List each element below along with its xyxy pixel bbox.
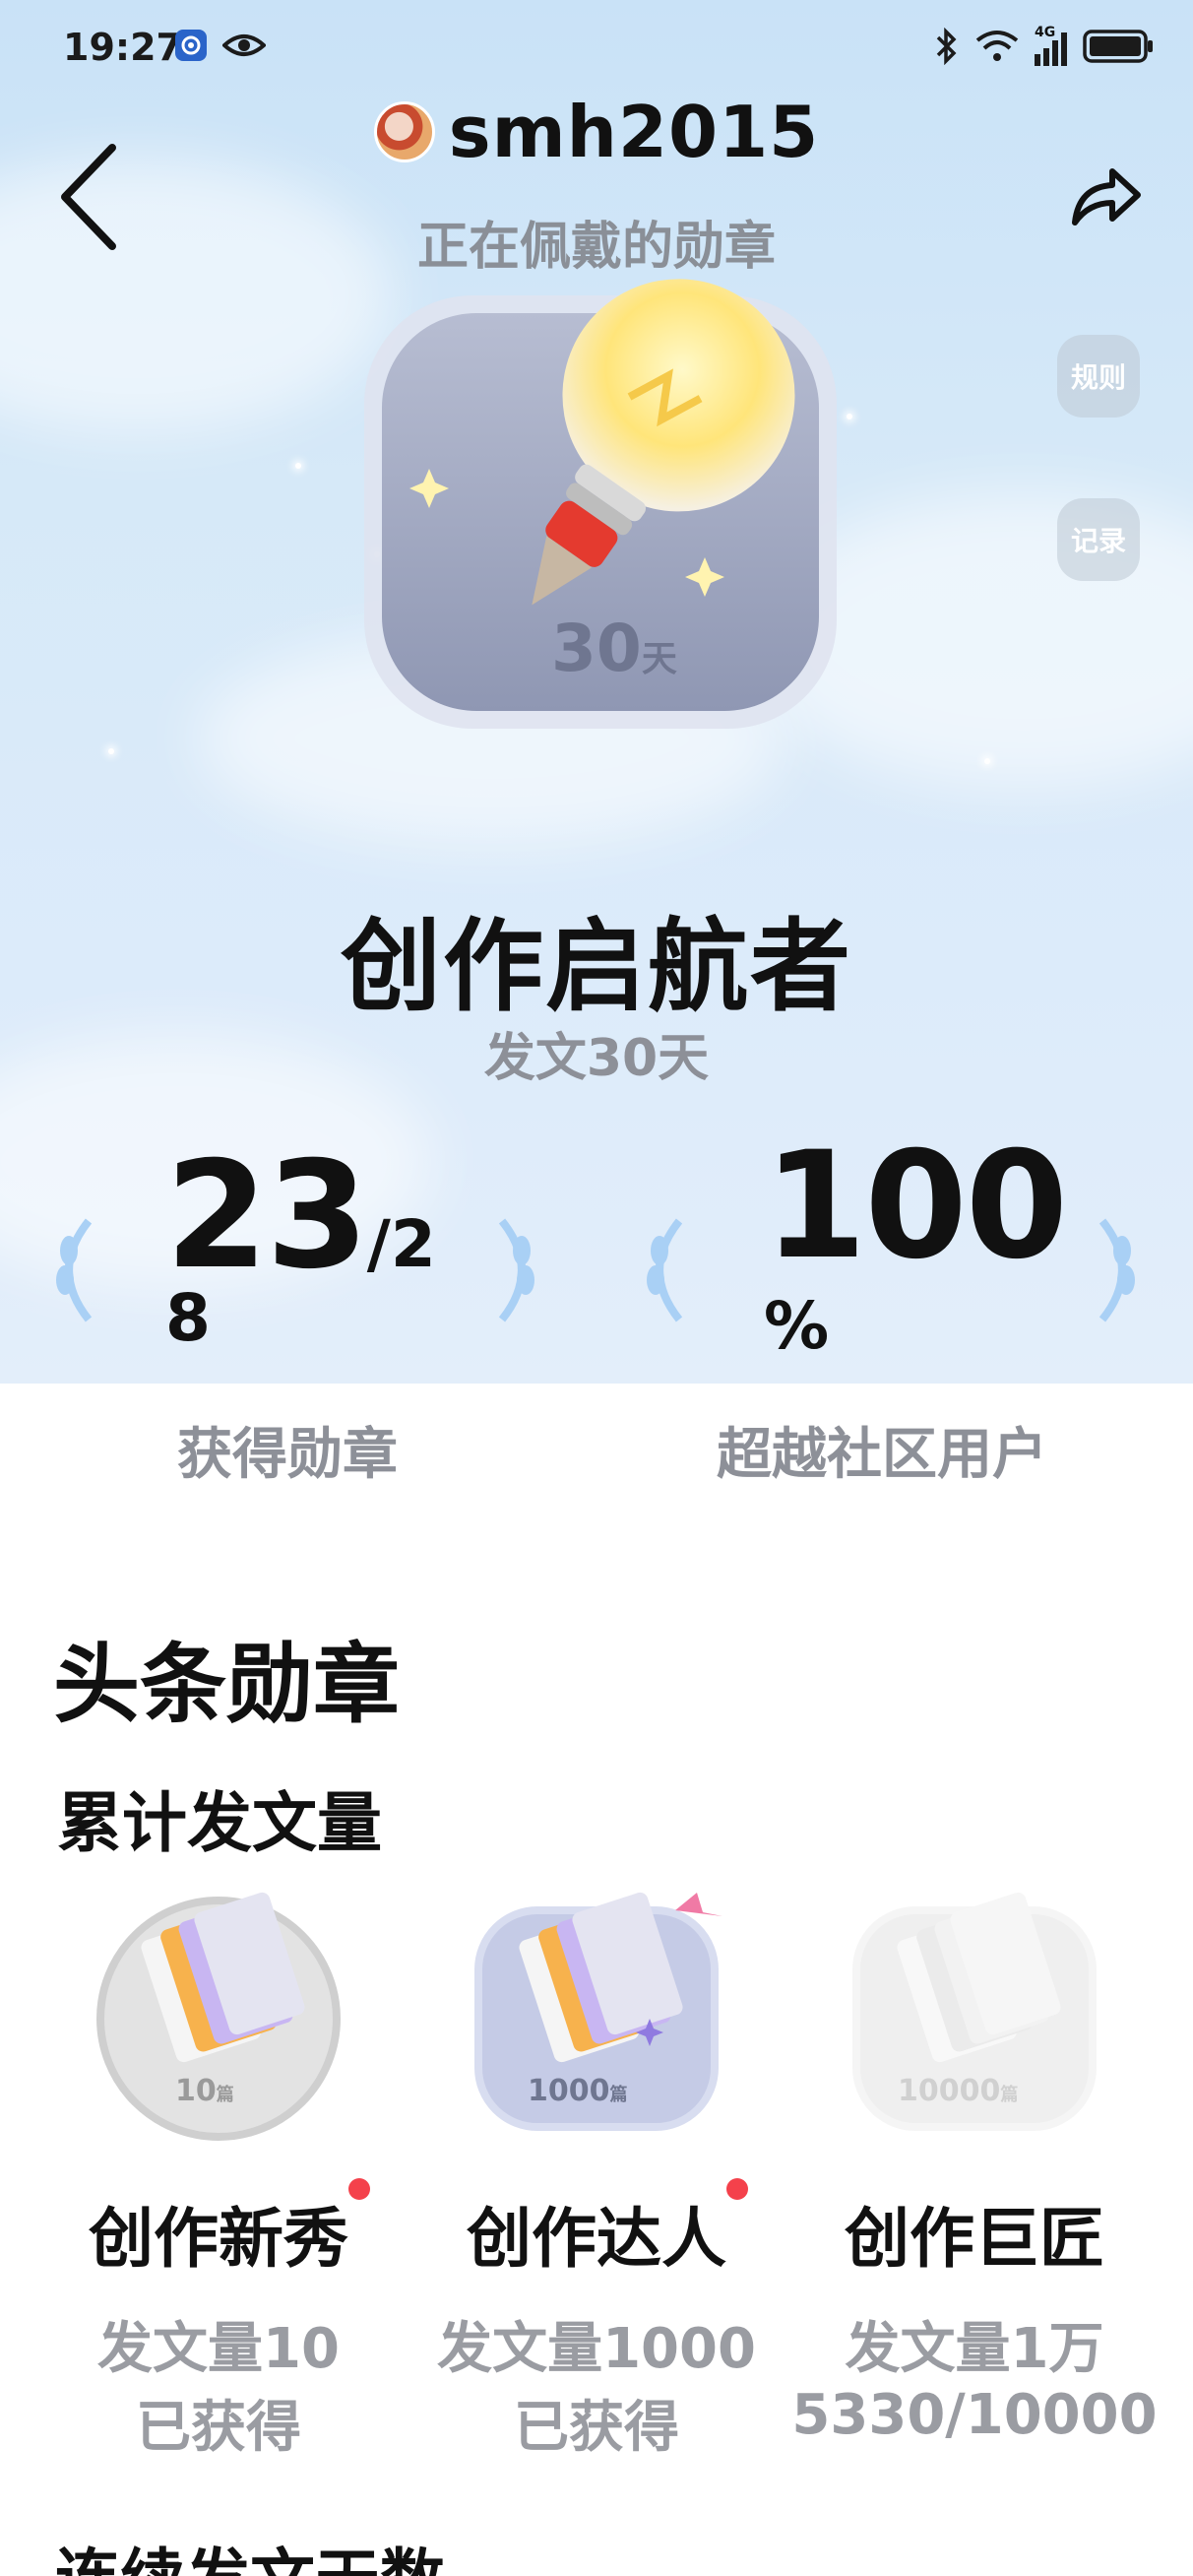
main-badge-days-number: 30 bbox=[551, 611, 642, 686]
badge-rookie-number: 10 bbox=[175, 2074, 217, 2108]
badge-master-name: 创作巨匠 bbox=[845, 2201, 1104, 2277]
main-badge-image[interactable]: 30天 bbox=[354, 276, 847, 768]
signal-icon: 4G bbox=[1035, 25, 1067, 66]
badge-rookie-name: 创作新秀 bbox=[89, 2201, 348, 2277]
laurel-left-1-icon bbox=[39, 1211, 98, 1333]
new-badge-dot bbox=[348, 2178, 370, 2200]
badge-expert-label: 1000篇 bbox=[528, 2074, 628, 2108]
wifi-icon bbox=[975, 29, 1019, 68]
status-bar: 19:27 4G bbox=[0, 0, 1193, 98]
main-badge-days-unit: 天 bbox=[641, 639, 677, 679]
badge-rookie-unit: 篇 bbox=[216, 2085, 234, 2105]
earned-total-part1: /2 bbox=[366, 1206, 436, 1282]
badge-expert-number: 1000 bbox=[528, 2074, 610, 2108]
avatar bbox=[373, 101, 435, 162]
battery-icon bbox=[1083, 29, 1154, 68]
laurel-right-1-icon bbox=[492, 1211, 551, 1333]
wearing-badge-label: 正在佩戴的勋章 bbox=[416, 218, 776, 277]
laurel-right-2-icon bbox=[1093, 1211, 1152, 1333]
category-title: 累计发文量 bbox=[57, 1785, 382, 1861]
surpass-percent-unit: % bbox=[764, 1288, 830, 1364]
badge-master-progress: 5330/10000 bbox=[791, 2383, 1158, 2447]
status-time: 19:27 bbox=[63, 26, 182, 69]
records-button[interactable]: 记录 bbox=[1057, 498, 1140, 581]
laurel-left-2-icon bbox=[630, 1211, 689, 1333]
badge-card-expert[interactable]: 1000篇 创作达人 发文量1000 已获得 bbox=[409, 1871, 784, 2462]
badge-rookie-status: 已获得 bbox=[136, 2396, 301, 2460]
badge-rookie-desc: 发文量10 bbox=[97, 2317, 340, 2381]
section-title: 头条勋章 bbox=[53, 1634, 401, 1735]
badge-expert-desc: 发文量1000 bbox=[437, 2317, 756, 2381]
surpass-users-label: 超越社区用户 bbox=[717, 1423, 1047, 1487]
network-type: 4G bbox=[1035, 25, 1056, 40]
badge-master-desc: 发文量1万 bbox=[845, 2317, 1104, 2381]
badge-rookie-image: 10篇 bbox=[81, 1871, 356, 2147]
badge-expert-unit: 篇 bbox=[609, 2085, 628, 2105]
username: smh2015 bbox=[448, 91, 820, 173]
badge-master-label: 10000篇 bbox=[898, 2074, 1018, 2108]
earned-badges-label: 获得勋章 bbox=[177, 1423, 398, 1487]
main-badge-title: 创作启航者 bbox=[341, 909, 852, 1026]
user-title: smh2015 bbox=[0, 91, 1193, 173]
badge-expert-status: 已获得 bbox=[514, 2396, 679, 2460]
badge-expert-image: 1000篇 bbox=[459, 1871, 734, 2147]
next-category-title: 连续发文天数 bbox=[55, 2527, 445, 2576]
badge-card-master[interactable]: 10000篇 创作巨匠 发文量1万 5330/10000 bbox=[787, 1871, 1162, 2462]
bluetooth-icon bbox=[934, 27, 960, 69]
badge-master-image: 10000篇 bbox=[837, 1871, 1112, 2147]
surpass-users-stat: 100 % bbox=[764, 1121, 1068, 1364]
rules-button[interactable]: 规则 bbox=[1057, 335, 1140, 418]
new-badge-dot bbox=[726, 2178, 748, 2200]
main-badge-days: 30天 bbox=[551, 611, 677, 686]
shield-app-icon bbox=[173, 28, 209, 67]
badge-expert-name: 创作达人 bbox=[467, 2201, 726, 2277]
share-button[interactable] bbox=[1067, 158, 1146, 236]
badge-master-number: 10000 bbox=[898, 2074, 1001, 2108]
badge-master-unit: 篇 bbox=[1000, 2085, 1019, 2105]
main-badge-subtitle: 发文30天 bbox=[483, 1029, 710, 1088]
earned-count: 23 bbox=[165, 1130, 369, 1302]
badge-card-rookie[interactable]: 10篇 创作新秀 发文量10 已获得 bbox=[31, 1871, 406, 2462]
eye-icon bbox=[221, 28, 267, 67]
badge-rookie-label: 10篇 bbox=[175, 2074, 234, 2108]
share-arrow-icon bbox=[1067, 168, 1146, 240]
surpass-percent: 100 bbox=[764, 1121, 1068, 1292]
earned-badges-stat: 23/2 8 bbox=[165, 1142, 436, 1356]
